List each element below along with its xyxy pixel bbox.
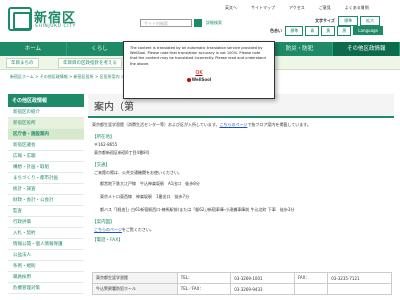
sidebar-item[interactable]: 新宿区の紹介	[8, 107, 84, 118]
access-line: 都営地下鉄大江戸線 牛込神楽坂駅 A1出口 徒歩8分	[100, 181, 200, 186]
phone-fax-table: 東京都生涯学習館 TEL： 03-3269-1001 FAX： 03-3235-…	[92, 272, 392, 295]
text-size-label: 文字サイズ	[315, 18, 335, 23]
wellsool-logo-icon	[186, 77, 191, 82]
table-cell: TEL／FAX：	[176, 283, 232, 295]
top-link[interactable]: ご意見	[319, 5, 331, 10]
table-row: 牛込警察署防犯ホール TEL／FAX： 03-3269-9433	[92, 283, 392, 295]
map-link[interactable]: こちらのページ	[94, 227, 122, 232]
nav-home[interactable]: ホーム	[0, 42, 67, 56]
table-cell: TEL：	[176, 272, 232, 284]
top-link[interactable]: 英文へ	[225, 5, 237, 10]
sidebar-item[interactable]: 構想・計画・取組	[8, 162, 84, 173]
sidebar-item[interactable]: 新宿区役所	[8, 118, 84, 129]
color-label: 色合い	[270, 28, 282, 33]
logo-icon[interactable]	[8, 7, 32, 31]
address-line: 東京都新宿区新宿6丁目4番8号	[94, 150, 150, 155]
color-yellow[interactable]: 黄	[321, 26, 336, 36]
table-row: 東京都生涯学習館 TEL： 03-3269-1001 FAX： 03-3235-…	[92, 272, 392, 284]
main-content: 案内（第 東京都生涯学習館（消費生活センター等）および区が入所しています。こちら…	[88, 94, 394, 300]
access-heading: 【交通】	[92, 163, 110, 168]
table-cell: 牛込警察署防犯ホール	[92, 283, 178, 295]
nav-disaster[interactable]: 防災・防犯	[267, 42, 334, 56]
subnav-item[interactable]: 年目まちの	[6, 58, 39, 68]
sidebar-item[interactable]: 新宿区議会	[8, 140, 84, 151]
sidebar-item-active[interactable]: 区庁舎・施設案内	[8, 129, 84, 140]
sidebar-item[interactable]: 財政・会計・公会計	[8, 195, 84, 206]
sidebar-heading: その他区政情報	[8, 94, 84, 107]
color-black[interactable]: 黒	[337, 26, 352, 36]
subnav-item[interactable]: 年目目の区政指針を考える	[58, 58, 122, 68]
text-size-switch: 文字サイズ 標準 拡大	[315, 16, 381, 26]
map-line: こちらのページをご覧ください。	[94, 227, 154, 232]
sidebar-item[interactable]: 入札・契約	[8, 228, 84, 239]
table-cell	[293, 283, 329, 295]
top-link[interactable]: アクセス	[289, 5, 305, 10]
sidebar-item[interactable]: 広報・広聴	[8, 151, 84, 162]
access-line: 東京メトロ東西線 神楽坂駅 1番出口 徒歩7分	[100, 194, 190, 199]
top-link[interactable]: サイトマップ	[251, 5, 275, 10]
translation-notice-dialog: The content is translated by an automati…	[123, 41, 275, 99]
access-line: 都バス「[経由]」白61新宿駅西口-練馬駅前(または「飯62」)新宿車庫-小滝橋…	[100, 207, 295, 212]
table-cell: FAX：	[293, 272, 329, 284]
fax-heading: 【電話・FAX】	[92, 238, 123, 243]
text-size-standard[interactable]: 標準	[338, 16, 359, 26]
search-button[interactable]	[194, 19, 202, 27]
color-language-row: 色合い 標準青黄黒 Language	[270, 26, 384, 36]
sidebar-item[interactable]: 条例・規則	[8, 261, 84, 272]
nav-other[interactable]: その他区政情報	[333, 42, 400, 56]
color-blue[interactable]: 青	[305, 26, 320, 36]
site-header: 新宿区 SHINJUKU CITY サイト内検索 詳細検索 英文へ サイトマップア…	[0, 0, 400, 40]
access-lead: ご来館の際は、公共交通機関をお使いください。	[94, 170, 182, 175]
address-heading: 【所在地】	[92, 135, 115, 140]
color-standard[interactable]: 標準	[285, 26, 304, 36]
detail-search-link[interactable]: 詳細検索	[206, 20, 222, 26]
dialog-message: The content is translated by an automati…	[130, 46, 266, 66]
sidebar-item[interactable]: 統計・調査	[8, 184, 84, 195]
top-links: 英文へ サイトマップ アクセス ご意見 よくある質問	[225, 5, 383, 11]
sidebar-item[interactable]: 情報公開・個人情報保護	[8, 239, 84, 250]
logo-subtitle: SHINJUKU CITY	[35, 24, 76, 29]
ok-button[interactable]: OK	[130, 70, 268, 76]
search-input[interactable]: サイト内検索	[140, 19, 192, 27]
table-cell: 東京都生涯学習館	[92, 272, 178, 284]
table-cell	[327, 283, 392, 295]
text-size-large[interactable]: 拡大	[360, 16, 381, 26]
map-heading: 【案内図】	[92, 220, 115, 225]
sidebar-item[interactable]: 監査	[8, 206, 84, 217]
sidebar-item[interactable]: 職員採用	[8, 272, 84, 283]
sidebar-item[interactable]: 行政評価	[8, 217, 84, 228]
language-button[interactable]: Language	[353, 26, 384, 35]
floor-guide-link[interactable]: こちらのページ	[219, 122, 247, 127]
intro-text: 東京都生涯学習館（消費生活センター等）および区が入所しています。こちらのページで…	[92, 122, 311, 127]
table-cell: 03-3235-7121	[327, 272, 392, 284]
table-cell: 03-3269-9433	[230, 283, 295, 295]
sidebar-item[interactable]: 公益法人	[8, 250, 84, 261]
sidebar-item[interactable]: 危機管理対策	[8, 283, 84, 294]
wellsool-logo: WellSool	[130, 77, 268, 82]
top-link[interactable]: よくある質問	[345, 5, 369, 10]
sidebar-item[interactable]: まちづくり・都市計画	[8, 173, 84, 184]
sidebar: その他区政情報 新宿区の紹介 新宿区役所 区庁舎・施設案内 新宿区議会 広報・広…	[8, 94, 84, 300]
address-line: 〒162-8655	[94, 142, 118, 147]
table-cell: 03-3269-1001	[230, 272, 295, 284]
